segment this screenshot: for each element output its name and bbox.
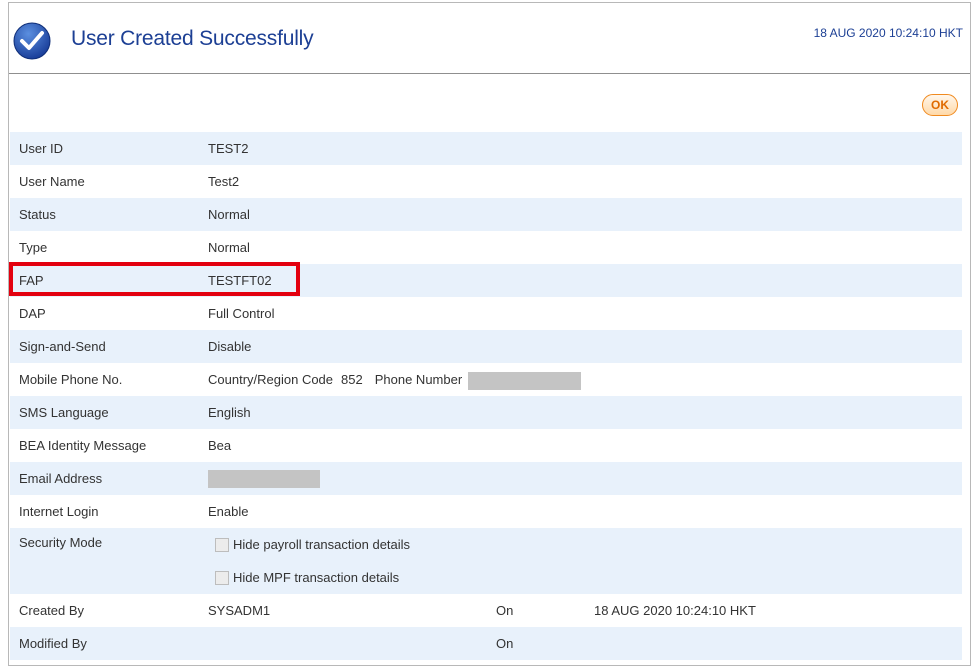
row-email: Email Address [10, 462, 962, 495]
sms-language-value: English [208, 405, 251, 420]
header-timestamp: 18 AUG 2020 10:24:10 HKT [813, 26, 963, 40]
fap-label: FAP [19, 273, 44, 288]
row-dap: DAP Full Control [10, 297, 962, 330]
row-modified-by: Modified By On [10, 627, 962, 660]
user-id-value: TEST2 [208, 141, 249, 156]
row-sms-language: SMS Language English [10, 396, 962, 429]
status-value: Normal [208, 207, 250, 222]
user-details-table: User ID TEST2 User Name Test2 Status Nor… [10, 132, 962, 660]
security-mode-label: Security Mode [19, 535, 103, 550]
row-internet-login: Internet Login Enable [10, 495, 962, 528]
result-panel: User Created Successfully 18 AUG 2020 10… [8, 2, 971, 666]
row-type: Type Normal [10, 231, 962, 264]
hide-payroll-checkbox[interactable] [215, 537, 229, 552]
ok-button[interactable]: OK [922, 94, 958, 116]
created-on-value: 18 AUG 2020 10:24:10 HKT [594, 603, 756, 618]
sign-and-send-value: Disable [208, 339, 252, 354]
created-by-value: SYSADM1 [208, 603, 271, 618]
check-circle-icon [13, 22, 51, 60]
user-name-value: Test2 [208, 174, 240, 189]
status-label: Status [19, 207, 56, 222]
hide-mpf-checkbox[interactable] [215, 570, 229, 585]
row-fap: FAP TESTFT02 [10, 264, 962, 297]
user-name-label: User Name [19, 174, 85, 189]
modified-by-label: Modified By [19, 636, 87, 651]
phone-number-label: Phone Number [374, 372, 463, 387]
dap-label: DAP [19, 306, 46, 321]
row-sign-and-send: Sign-and-Send Disable [10, 330, 962, 363]
fap-value: TESTFT02 [208, 273, 272, 288]
hide-mpf-label: Hide MPF transaction details [233, 570, 400, 585]
hide-payroll-label: Hide payroll transaction details [233, 537, 411, 552]
country-code-value: 852 [341, 372, 363, 387]
hide-mpf-option: Hide MPF transaction details [215, 561, 399, 594]
row-user-name: User Name Test2 [10, 165, 962, 198]
type-label: Type [19, 240, 48, 255]
row-security-mode: Security Mode Hide payroll transaction d… [10, 528, 962, 561]
email-value [208, 462, 320, 495]
row-identity-message: BEA Identity Message Bea [10, 429, 962, 462]
page-header: User Created Successfully 18 AUG 2020 10… [9, 3, 970, 74]
identity-message-label: BEA Identity Message [19, 438, 147, 453]
email-redacted [208, 469, 320, 488]
hide-payroll-option: Hide payroll transaction details [215, 528, 410, 561]
modified-on-label: On [496, 636, 514, 651]
row-created-by: Created By SYSADM1 On 18 AUG 2020 10:24:… [10, 594, 962, 627]
internet-login-value: Enable [208, 504, 249, 519]
sms-language-label: SMS Language [19, 405, 109, 420]
row-security-mode-2: Hide MPF transaction details [10, 561, 962, 594]
user-id-label: User ID [19, 141, 64, 156]
mobile-phone-value: Country/Region Code 852 Phone Number [208, 363, 582, 396]
type-value: Normal [208, 240, 250, 255]
email-label: Email Address [19, 471, 103, 486]
created-by-label: Created By [19, 603, 85, 618]
dap-value: Full Control [208, 306, 275, 321]
row-mobile-phone: Mobile Phone No. Country/Region Code 852 P… [10, 363, 962, 396]
row-user-id: User ID TEST2 [10, 132, 962, 165]
page-title: User Created Successfully [71, 27, 314, 50]
internet-login-label: Internet Login [19, 504, 99, 519]
row-status: Status Normal [10, 198, 962, 231]
created-on-label: On [496, 603, 514, 618]
identity-message-value: Bea [208, 438, 232, 453]
country-code-label: Country/Region Code [208, 372, 334, 387]
sign-and-send-label: Sign-and-Send [19, 339, 106, 354]
mobile-phone-label: Mobile Phone No. [19, 372, 123, 387]
phone-number-redacted [468, 371, 582, 390]
